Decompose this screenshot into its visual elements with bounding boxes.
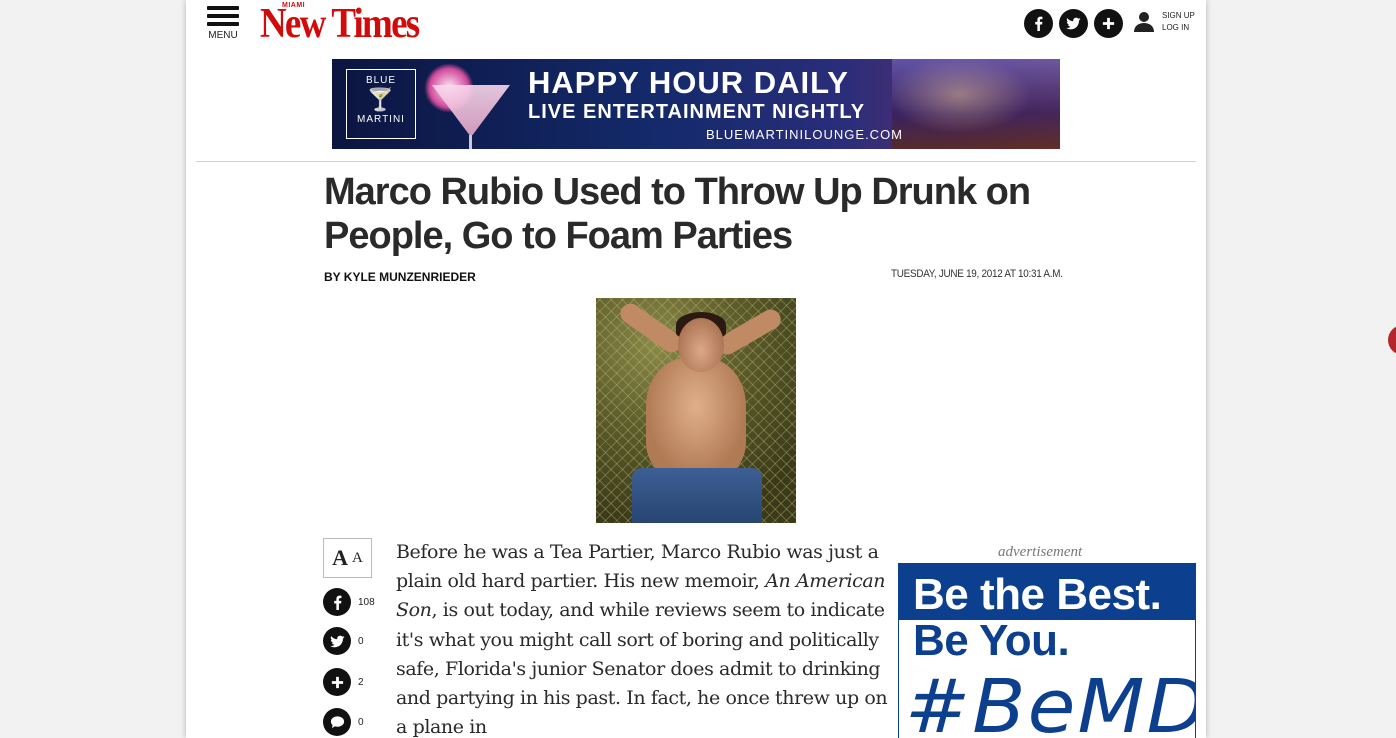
- byline: BY KYLE MUNZENRIEDER: [324, 270, 476, 284]
- martini-glass-icon: 🍸: [366, 87, 396, 112]
- site-logo[interactable]: MIAMI New Times: [260, 2, 440, 46]
- ad-subhead: LIVE ENTERTAINMENT NIGHTLY: [528, 101, 866, 123]
- ad-url: BLUEMARTINILOUNGE.COM: [706, 127, 904, 142]
- share-facebook: 108: [323, 588, 375, 616]
- header-social-links: [1024, 9, 1123, 38]
- comment-count: 0: [358, 716, 364, 728]
- share-plus: 2: [323, 668, 364, 696]
- photo-head: [678, 318, 724, 372]
- twitter-count: 0: [358, 635, 364, 647]
- ad-line-2: Be You.: [913, 616, 1070, 665]
- article-body: Before he was a Tea Partier, Marco Rubio…: [396, 538, 888, 738]
- ad-line-1: Be the Best.: [913, 570, 1162, 619]
- plus-count: 2: [358, 676, 364, 688]
- log-in-link[interactable]: LOG IN: [1162, 23, 1195, 32]
- stage-photo: [892, 59, 1060, 149]
- menu-icon-bar: [207, 14, 239, 18]
- twitter-icon[interactable]: [323, 627, 351, 655]
- ad-headline: HAPPY HOUR DAILY: [528, 65, 849, 100]
- byline-prefix: BY: [324, 270, 341, 284]
- facebook-icon[interactable]: [1024, 9, 1053, 38]
- user-icon[interactable]: [1132, 9, 1156, 38]
- article-photo: [596, 298, 796, 523]
- martini-stem: [469, 135, 472, 149]
- sign-up-link[interactable]: SIGN UP: [1162, 11, 1195, 20]
- photo-torso: [646, 358, 746, 478]
- ad-brand-line2: MARTINI: [357, 114, 405, 125]
- text-size-toggle[interactable]: A A: [323, 538, 372, 578]
- logo-name: New Times: [260, 1, 420, 47]
- advertisement-label: advertisement: [998, 544, 1083, 560]
- menu-label: MENU: [208, 30, 238, 41]
- share-twitter: 0: [323, 627, 364, 655]
- header-divider: [196, 161, 1196, 162]
- photo-jeans: [632, 468, 762, 523]
- text-size-small[interactable]: A: [352, 550, 363, 567]
- ad-hashtag: #BeMDC: [905, 664, 1195, 738]
- menu-icon: [207, 6, 239, 10]
- plus-icon[interactable]: [1094, 9, 1123, 38]
- menu-button[interactable]: MENU: [206, 6, 240, 41]
- author-link[interactable]: KYLE MUNZENRIEDER: [344, 270, 476, 284]
- article-title: Marco Rubio Used to Throw Up Drunk on Pe…: [324, 171, 1031, 257]
- top-banner-ad[interactable]: BLUE 🍸 MARTINI HAPPY HOUR DAILY LIVE ENT…: [332, 59, 1060, 149]
- twitter-icon[interactable]: [1059, 9, 1088, 38]
- publish-date: TUESDAY, JUNE 19, 2012 AT 10:31 A.M.: [891, 268, 1063, 280]
- page-container: MENU MIAMI New Times SIGN UP LOG IN BLUE…: [186, 0, 1206, 738]
- body-text-2: , is out today, and while reviews seem t…: [396, 599, 888, 738]
- menu-icon-bar: [207, 22, 239, 26]
- mdc-sidebar-ad[interactable]: Be the Best. Be You. #BeMDC: [898, 563, 1196, 738]
- text-size-large[interactable]: A: [332, 545, 348, 571]
- account-area: SIGN UP LOG IN: [1132, 9, 1195, 38]
- facebook-icon[interactable]: [323, 588, 351, 616]
- floating-badge-icon[interactable]: [1388, 325, 1396, 355]
- facebook-count: 108: [358, 596, 375, 608]
- plus-icon[interactable]: [323, 668, 351, 696]
- share-comments: 0: [323, 708, 364, 736]
- account-links: SIGN UP LOG IN: [1162, 9, 1195, 32]
- blue-martini-logo: BLUE 🍸 MARTINI: [346, 69, 416, 139]
- comment-icon[interactable]: [323, 708, 351, 736]
- ad-brand-line1: BLUE: [365, 75, 397, 86]
